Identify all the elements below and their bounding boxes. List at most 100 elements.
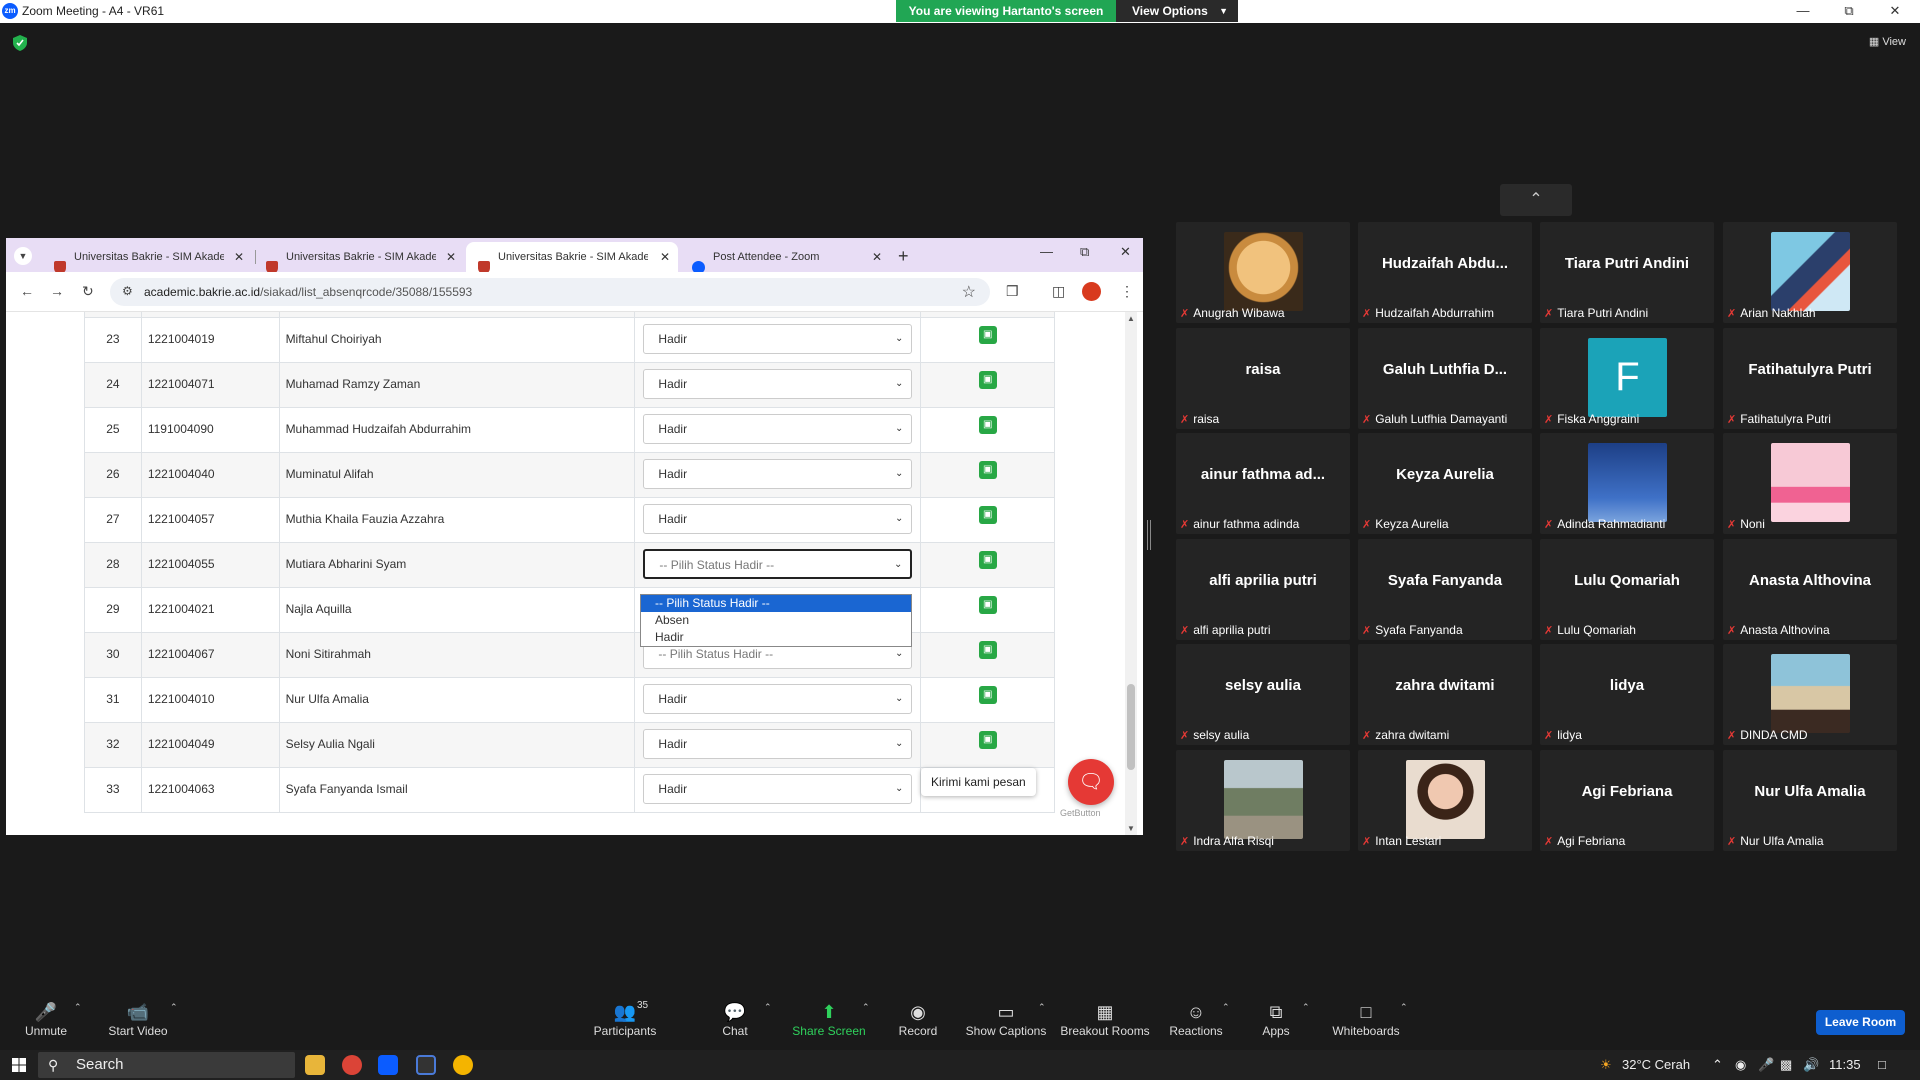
tab-search-icon[interactable]: ▼ (14, 247, 32, 265)
participant-tile[interactable]: zahra dwitami ✗ zahra dwitami (1358, 644, 1532, 745)
participant-tile[interactable]: Nur Ulfa Amalia ✗ Nur Ulfa Amalia (1723, 750, 1897, 851)
camera-app-icon[interactable] (416, 1055, 436, 1075)
restore-button[interactable]: ⧉ (1826, 0, 1872, 22)
participant-tile[interactable]: ainur fathma ad... ✗ ainur fathma adinda (1176, 433, 1350, 534)
participant-tile[interactable]: ✗ DINDA CMD (1723, 644, 1897, 745)
weather-text[interactable]: 32°C Cerah (1622, 1057, 1690, 1072)
browser-tab-1[interactable]: Universitas Bakrie - SIM Akademik ✕ (42, 242, 252, 274)
save-floppy-icon[interactable]: ▣ (978, 506, 997, 524)
browser-close-button[interactable]: ✕ (1120, 244, 1131, 260)
tray-overflow-icon[interactable]: ⌃ (1712, 1057, 1723, 1073)
status-select[interactable]: Hadir ⌄ (643, 414, 913, 444)
status-select[interactable]: Hadir ⌄ (643, 774, 913, 804)
page-scrollbar[interactable]: ▲ ▼ (1125, 312, 1137, 835)
browser-restore-button[interactable]: ⧉ (1080, 244, 1089, 260)
status-select[interactable]: Hadir ⌄ (643, 459, 913, 489)
status-select[interactable]: -- Pilih Status Hadir -- ⌄ (643, 549, 913, 579)
view-options-button[interactable]: View Options ▼ (1116, 0, 1238, 22)
tab-close-icon[interactable]: ✕ (446, 242, 456, 272)
view-button[interactable]: ▦ View (1869, 35, 1906, 48)
participant-tile[interactable]: ✗ Indra Alfa Risqi (1176, 750, 1350, 851)
leave-room-button[interactable]: Leave Room (1816, 1010, 1905, 1035)
participant-tile[interactable]: ✗ Anugrah Wibawa (1176, 222, 1350, 323)
save-floppy-icon[interactable]: ▣ (978, 686, 997, 704)
profile-avatar[interactable] (1082, 282, 1101, 301)
participant-tile[interactable]: Hudzaifah Abdu... ✗ Hudzaifah Abdurrahim (1358, 222, 1532, 323)
captions-options-caret-icon[interactable]: ⌃ (1038, 1002, 1046, 1013)
windows-start-icon[interactable] (12, 1058, 26, 1072)
save-floppy-icon[interactable]: ▣ (978, 641, 997, 659)
scroll-down-icon[interactable]: ▼ (1127, 824, 1135, 833)
extensions-puzzle-icon[interactable]: ❒ (1006, 283, 1019, 300)
collapse-thumbnails-button[interactable]: ⌃ (1500, 184, 1572, 216)
whiteboards-options-caret-icon[interactable]: ⌃ (1400, 1002, 1408, 1013)
browser-minimize-button[interactable]: — (1040, 244, 1053, 259)
participant-tile[interactable]: alfi aprilia putri ✗ alfi aprilia putri (1176, 539, 1350, 640)
participant-tile[interactable]: Tiara Putri Andini ✗ Tiara Putri Andini (1540, 222, 1714, 323)
participant-tile[interactable]: Lulu Qomariah ✗ Lulu Qomariah (1540, 539, 1714, 640)
dropdown-option-absen[interactable]: Absen (641, 612, 911, 629)
network-icon[interactable]: ▩ (1780, 1057, 1792, 1073)
close-button[interactable]: ✕ (1872, 0, 1918, 22)
apps-button[interactable]: ⧉ Apps (1226, 1000, 1326, 1038)
zoom-taskbar-icon[interactable] (378, 1055, 398, 1075)
save-floppy-icon[interactable]: ▣ (978, 596, 997, 614)
tab-close-icon[interactable]: ✕ (872, 242, 882, 272)
participant-tile[interactable]: raisa ✗ raisa (1176, 328, 1350, 429)
side-panel-icon[interactable]: ◫ (1052, 283, 1065, 300)
scrollbar-thumb[interactable] (1127, 684, 1135, 770)
status-dropdown-list[interactable]: -- Pilih Status Hadir -- Absen Hadir (640, 594, 912, 647)
bookmark-star-icon[interactable]: ☆ (962, 282, 976, 302)
participant-tile[interactable]: lidya ✗ lidya (1540, 644, 1714, 745)
participant-tile[interactable]: Fatihatulyra Putri ✗ Fatihatulyra Putri (1723, 328, 1897, 429)
breakout-rooms-button[interactable]: ▦ Breakout Rooms (1055, 1000, 1155, 1038)
save-floppy-icon[interactable]: ▣ (978, 461, 997, 479)
participant-tile[interactable]: Anasta Althovina ✗ Anasta Althovina (1723, 539, 1897, 640)
participant-tile[interactable]: ✗ Adinda Rahmadianti (1540, 433, 1714, 534)
file-explorer-icon[interactable] (305, 1055, 325, 1075)
back-arrow-icon[interactable]: ← (20, 283, 34, 299)
video-options-caret-icon[interactable]: ⌃ (170, 1002, 178, 1013)
record-button[interactable]: ◉ Record (868, 1000, 968, 1038)
chrome-profile-icon[interactable] (453, 1055, 473, 1075)
volume-icon[interactable]: 🔊 (1803, 1057, 1819, 1073)
scroll-up-icon[interactable]: ▲ (1127, 314, 1135, 323)
pane-splitter-handle[interactable] (1147, 520, 1151, 550)
save-floppy-icon[interactable]: ▣ (978, 371, 997, 389)
chat-options-caret-icon[interactable]: ⌃ (764, 1002, 772, 1013)
tab-close-icon[interactable]: ✕ (234, 242, 244, 272)
unmute-button[interactable]: 🎤 Unmute (0, 1000, 96, 1038)
reload-icon[interactable]: ↻ (82, 283, 94, 300)
kebab-menu-icon[interactable]: ⋮ (1120, 283, 1134, 300)
notifications-icon[interactable]: □ (1878, 1057, 1886, 1072)
save-floppy-icon[interactable]: ▣ (978, 326, 997, 344)
browser-tab-3-active[interactable]: Universitas Bakrie - SIM Akademik ✕ (466, 242, 678, 274)
address-bar[interactable]: ⚙ academic.bakrie.ac.id/siakad/list_abse… (110, 278, 990, 306)
status-select[interactable]: Hadir ⌄ (643, 504, 913, 534)
status-select[interactable]: Hadir ⌄ (643, 684, 913, 714)
status-select[interactable]: Hadir ⌄ (643, 729, 913, 759)
participant-tile[interactable]: F ✗ Fiska Anggraini (1540, 328, 1714, 429)
save-floppy-icon[interactable]: ▣ (978, 551, 997, 569)
browser-tab-4[interactable]: Post Attendee - Zoom ✕ (680, 242, 890, 274)
chat-widget-button[interactable]: 🗨 (1068, 759, 1114, 805)
participant-tile[interactable]: selsy aulia ✗ selsy aulia (1176, 644, 1350, 745)
participant-tile[interactable]: Syafa Fanyanda ✗ Syafa Fanyanda (1358, 539, 1532, 640)
minimize-button[interactable]: — (1780, 0, 1826, 22)
encryption-shield-icon[interactable] (13, 35, 27, 51)
new-tab-button[interactable]: + (898, 242, 909, 270)
browser-tab-2[interactable]: Universitas Bakrie - SIM Akademik ✕ (254, 242, 464, 274)
forward-arrow-icon[interactable]: → (50, 283, 64, 299)
status-select[interactable]: Hadir ⌄ (643, 324, 913, 354)
participant-tile[interactable]: ✗ Arian Nakhlah (1723, 222, 1897, 323)
participant-tile[interactable]: Agi Febriana ✗ Agi Febriana (1540, 750, 1714, 851)
audio-options-caret-icon[interactable]: ⌃ (74, 1002, 82, 1013)
participant-tile[interactable]: ✗ Intan Lestari (1358, 750, 1532, 851)
tray-microphone-icon[interactable]: 🎤 (1758, 1057, 1774, 1073)
participants-button[interactable]: 👥 35 Participants (575, 1000, 675, 1038)
chrome-icon[interactable] (342, 1055, 362, 1075)
participant-tile[interactable]: Galuh Luthfia D... ✗ Galuh Lutfhia Damayan… (1358, 328, 1532, 429)
dropdown-option-pilih[interactable]: -- Pilih Status Hadir -- (641, 595, 911, 612)
tab-close-icon[interactable]: ✕ (660, 242, 670, 272)
clock-time[interactable]: 11:35 (1829, 1057, 1861, 1072)
